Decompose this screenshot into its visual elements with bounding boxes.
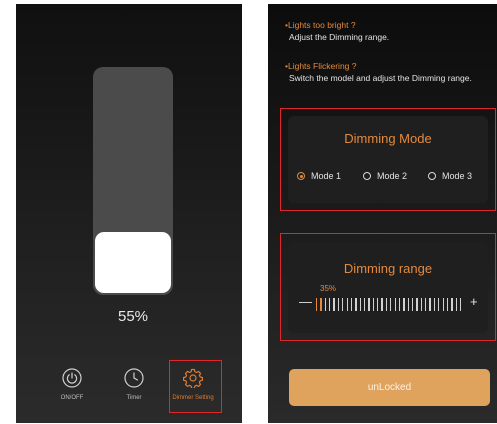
brightness-percent-label: 55% <box>117 308 149 325</box>
highlight-outline-dimmer <box>169 360 222 413</box>
tip-flickering-question: •Lights Flickering ? <box>285 61 357 71</box>
tip-flickering: •Lights Flickering ? Switch the model an… <box>285 60 472 84</box>
highlight-outline-mode <box>280 108 496 211</box>
dimmer-setting-screen: •Lights too bright ? Adjust the Dimming … <box>268 4 497 423</box>
unlock-button[interactable]: unLocked <box>289 369 490 406</box>
clock-icon <box>124 368 144 388</box>
brightness-slider[interactable] <box>93 67 173 295</box>
nav-timer-button[interactable]: Timer <box>104 368 164 401</box>
tip-too-bright: •Lights too bright ? Adjust the Dimming … <box>285 19 389 43</box>
nav-timer-label: Timer <box>126 395 142 401</box>
nav-onoff-button[interactable]: ON/OFF <box>42 368 102 401</box>
brightness-slider-handle[interactable] <box>95 232 171 293</box>
main-control-screen: 55% ON/OFF Timer Dimmer Setting <box>16 4 242 423</box>
nav-onoff-label: ON/OFF <box>60 395 84 401</box>
tip-flickering-answer: Switch the model and adjust the Dimming … <box>289 73 472 83</box>
tip-too-bright-question: •Lights too bright ? <box>285 20 356 30</box>
highlight-outline-range <box>280 233 496 341</box>
tip-too-bright-answer: Adjust the Dimming range. <box>289 32 390 42</box>
brightness-slider-fill <box>93 230 173 295</box>
power-icon <box>62 368 82 388</box>
